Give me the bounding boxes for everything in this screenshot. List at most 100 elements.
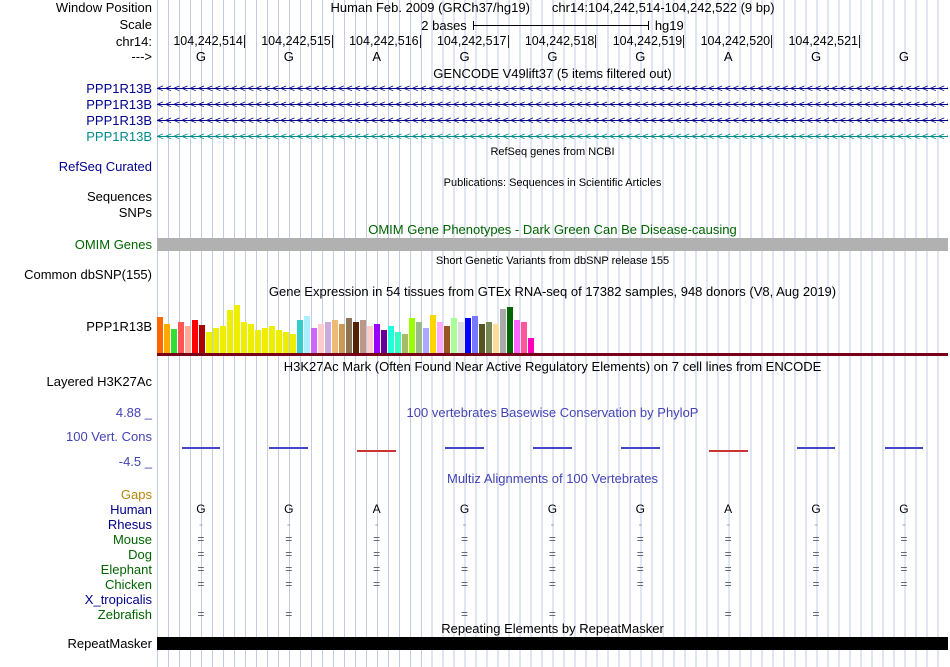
gencode-track[interactable]: PPP1R13B <<<<<<<<<<<<<<<<<<<<<<<<<<<<<<<<…	[0, 81, 950, 145]
multiz-species-row: Dog=========	[0, 547, 950, 562]
gtex-tissue-bar	[325, 322, 331, 353]
omim-genes-label[interactable]: OMIM Genes	[0, 238, 152, 251]
repeatmasker-bar[interactable]	[157, 637, 948, 650]
alignment-cell	[860, 607, 948, 622]
species-label[interactable]: Elephant	[0, 562, 152, 577]
multiz-track-title[interactable]: Multiz Alignments of 100 Vertebrates	[157, 472, 948, 486]
omim-track-title[interactable]: OMIM Gene Phenotypes - Dark Green Can Be…	[157, 223, 948, 237]
snps-track-row: SNPs	[0, 206, 950, 220]
alignment-cell: -	[860, 517, 948, 532]
repeatmasker-track-title[interactable]: Repeating Elements by RepeatMasker	[157, 622, 948, 636]
multiz-species-row: Gaps	[0, 487, 950, 502]
spacer	[0, 146, 152, 158]
alignment-cell: =	[421, 577, 509, 592]
gtex-tissue-bar	[395, 332, 401, 353]
publications-header-row: Publications: Sequences in Scientific Ar…	[0, 177, 950, 189]
phylop-track-title[interactable]: 100 vertebrates Basewise Conservation by…	[157, 406, 948, 420]
alignment-cell: =	[684, 577, 772, 592]
species-alignment-cells: GGAGGGAGG	[157, 502, 948, 517]
gtex-tissue-bar	[479, 324, 485, 353]
refseq-track-body[interactable]	[157, 160, 948, 174]
dbsnp-header-row: Short Genetic Variants from dbSNP releas…	[0, 255, 950, 267]
gtex-tissue-bar	[311, 328, 317, 353]
base-letter: G	[596, 50, 684, 65]
gtex-tissue-bar	[332, 320, 338, 353]
phylop-score-dash	[709, 450, 748, 452]
h3k27ac-track-body[interactable]	[157, 375, 948, 389]
alignment-cell: G	[860, 502, 948, 517]
publications-track-title[interactable]: Publications: Sequences in Scientific Ar…	[157, 177, 948, 189]
alignment-cell: =	[596, 562, 684, 577]
species-alignment-cells: =========	[157, 547, 948, 562]
alignment-cell: =	[157, 547, 245, 562]
species-label[interactable]: Mouse	[0, 532, 152, 547]
base-letter: G	[772, 50, 860, 65]
species-label[interactable]: Gaps	[0, 487, 152, 502]
gene-label[interactable]: PPP1R13B	[0, 113, 152, 129]
species-label[interactable]: Human	[0, 502, 152, 517]
ruler-row: chr14: 104,242,514104,242,515104,242,516…	[0, 35, 950, 49]
ruler-cell-empty	[860, 35, 948, 48]
alignment-cell: =	[157, 562, 245, 577]
gencode-gene-row[interactable]: PPP1R13B <<<<<<<<<<<<<<<<<<<<<<<<<<<<<<<<…	[0, 81, 950, 97]
sequences-label[interactable]: Sequences	[0, 190, 152, 204]
alignment-cell: =	[509, 532, 597, 547]
gtex-tissue-bar	[346, 318, 352, 353]
gencode-gene-row[interactable]: PPP1R13B<<<<<<<<<<<<<<<<<<<<<<<<<<<<<<<<…	[0, 129, 950, 145]
alignment-cell: -	[157, 517, 245, 532]
gtex-gene-label[interactable]: PPP1R13B	[0, 320, 152, 334]
gene-label[interactable]: PPP1R13B	[0, 81, 152, 97]
gene-label[interactable]: PPP1R13B	[0, 129, 152, 145]
gtex-tissue-bar	[458, 322, 464, 353]
snps-track-body[interactable]	[157, 206, 948, 220]
gtex-expression-bars[interactable]	[157, 300, 534, 353]
gtex-tissue-bar	[472, 316, 478, 353]
gtex-tissue-bar	[486, 322, 492, 353]
common-dbsnp-label[interactable]: Common dbSNP(155)	[0, 268, 152, 282]
alignment-cell: =	[245, 532, 333, 547]
ruler-positions: 104,242,514104,242,515104,242,516104,242…	[157, 35, 948, 49]
gencode-gene-row[interactable]: PPP1R13B<<<<<<<<<<<<<<<<<<<<<<<<<<<<<<<<…	[0, 97, 950, 113]
assembly-name: Human Feb. 2009 (GRCh37/hg19)	[330, 0, 529, 15]
species-label[interactable]: Chicken	[0, 577, 152, 592]
omim-gene-bar[interactable]	[157, 238, 948, 251]
gtex-tissue-bar	[255, 330, 261, 353]
alignment-cell	[421, 487, 509, 502]
alignment-cell: G	[421, 502, 509, 517]
ruler-tick-label: 104,242,515	[245, 35, 333, 48]
gtex-header-row: Gene Expression in 54 tissues from GTEx …	[0, 285, 950, 299]
refseq-curated-label[interactable]: RefSeq Curated	[0, 160, 152, 174]
gene-direction-arrows: <<<<<<<<<<<<<<<<<<<<<<<<<<<<<<<<<<<<<<<<…	[157, 81, 948, 97]
species-label[interactable]: Dog	[0, 547, 152, 562]
alignment-cell: =	[333, 547, 421, 562]
gtex-tissue-bar	[297, 320, 303, 353]
dbsnp-track-title[interactable]: Short Genetic Variants from dbSNP releas…	[157, 255, 948, 267]
h3k27ac-track-title[interactable]: H3K27Ac Mark (Often Found Near Active Re…	[157, 360, 948, 374]
snps-label[interactable]: SNPs	[0, 206, 152, 220]
species-label[interactable]: X_tropicalis	[0, 592, 152, 607]
gencode-track-title[interactable]: GENCODE V49lift37 (5 items filtered out)	[157, 67, 948, 80]
gtex-tissue-bar	[234, 305, 240, 353]
repeatmasker-label[interactable]: RepeatMasker	[0, 637, 152, 650]
dbsnp-track-body[interactable]	[157, 268, 948, 282]
species-label[interactable]: Rhesus	[0, 517, 152, 532]
gencode-gene-row[interactable]: PPP1R13B <<<<<<<<<<<<<<<<<<<<<<<<<<<<<<<<…	[0, 113, 950, 129]
phylop-track-section: 4.88 _ 100 Vert. Cons -4.5 _ 100 vertebr…	[0, 406, 950, 466]
multiz-track[interactable]: GapsHumanGGAGGGAGGRhesus---------Mouse==…	[0, 487, 950, 622]
gtex-tissue-bar	[157, 317, 163, 353]
gtex-track-title[interactable]: Gene Expression in 54 tissues from GTEx …	[157, 285, 948, 299]
alignment-cell	[596, 592, 684, 607]
alignment-cell: -	[509, 517, 597, 532]
gtex-tissue-bar	[199, 325, 205, 353]
gene-direction-arrows: <<<<<<<<<<<<<<<<<<<<<<<<<<<<<<<<<<<<<<<<…	[157, 113, 948, 129]
alignment-cell	[684, 592, 772, 607]
alignment-cell: G	[509, 502, 597, 517]
species-alignment-cells: ---------	[157, 517, 948, 532]
gene-label[interactable]: PPP1R13B	[0, 97, 152, 113]
alignment-cell: A	[333, 502, 421, 517]
refseq-track-title[interactable]: RefSeq genes from NCBI	[157, 146, 948, 158]
sequences-track-body[interactable]	[157, 190, 948, 204]
species-label[interactable]: Zebrafish	[0, 607, 152, 622]
phylop-track-label[interactable]: 100 Vert. Cons	[66, 430, 152, 444]
layered-h3k27ac-label[interactable]: Layered H3K27Ac	[0, 375, 152, 389]
